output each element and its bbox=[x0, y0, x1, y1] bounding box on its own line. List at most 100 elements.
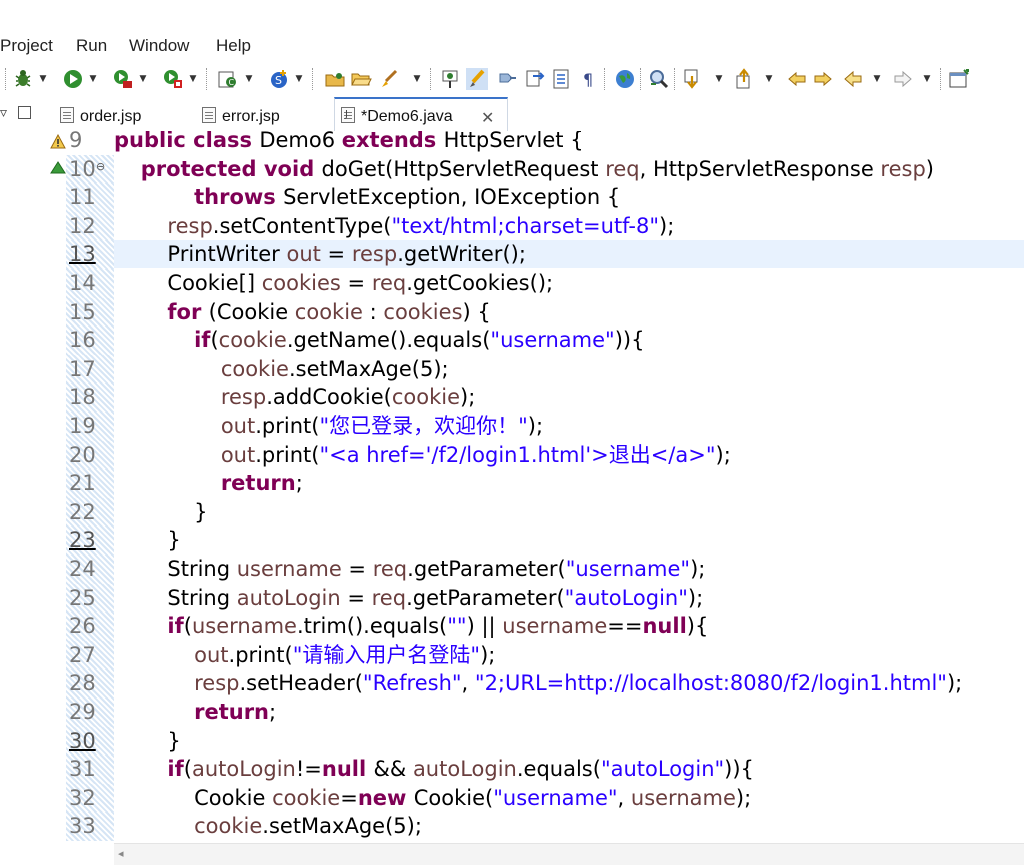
new-class-dropdown-arrow[interactable]: ▼ bbox=[244, 70, 254, 88]
code-line[interactable]: String username = req.getParameter("user… bbox=[114, 555, 705, 584]
code-line[interactable]: } bbox=[114, 727, 180, 756]
code-line[interactable]: return; bbox=[114, 469, 303, 498]
line-number[interactable]: 24 bbox=[66, 555, 114, 584]
debug-dropdown-arrow[interactable]: ▼ bbox=[38, 70, 48, 88]
line-number[interactable]: 27 bbox=[66, 640, 114, 670]
line-number[interactable]: 17 bbox=[66, 354, 114, 384]
brush-icon[interactable] bbox=[378, 68, 400, 90]
line-number[interactable]: 9 bbox=[66, 131, 114, 155]
warning-marker-icon[interactable] bbox=[50, 134, 66, 150]
annotation-ruler[interactable] bbox=[50, 131, 66, 843]
line-number[interactable]: 29 bbox=[66, 698, 114, 727]
code-line[interactable]: } bbox=[114, 526, 180, 555]
forward-icon[interactable] bbox=[812, 68, 834, 90]
code-line[interactable]: PrintWriter out = resp.getWriter(); bbox=[114, 240, 526, 269]
search-icon[interactable] bbox=[648, 68, 670, 90]
code-line[interactable]: Cookie cookie=new Cookie("username", use… bbox=[114, 784, 751, 813]
line-number[interactable]: 28 bbox=[66, 669, 114, 698]
next-annotation-icon[interactable] bbox=[682, 68, 704, 90]
code-line[interactable]: if(autoLogin!=null && autoLogin.equals("… bbox=[114, 755, 754, 784]
line-number[interactable]: 16 bbox=[66, 326, 114, 355]
next-annotation-dropdown-arrow[interactable]: ▼ bbox=[714, 70, 724, 88]
external-tools-icon[interactable] bbox=[162, 68, 184, 90]
menu-help[interactable]: Help bbox=[216, 36, 251, 56]
fold-toggle-icon[interactable]: ⊖ bbox=[96, 161, 108, 173]
brush-dropdown-arrow[interactable]: ▼ bbox=[412, 70, 422, 88]
task-list-icon[interactable] bbox=[550, 68, 572, 90]
line-number[interactable]: 22 bbox=[66, 497, 114, 527]
open-folder-icon[interactable] bbox=[350, 68, 372, 90]
code-line[interactable]: Cookie[] cookies = req.getCookies(); bbox=[114, 269, 553, 298]
code-line[interactable]: resp.addCookie(cookie); bbox=[114, 383, 476, 412]
menu-window[interactable]: Window bbox=[129, 36, 189, 56]
code-editor[interactable]: 9 10 11 12 13 14 15 16 17 18 19 20 21 22 23 24 25 26 27 28 2… bbox=[0, 131, 1024, 865]
code-text-area[interactable]: public class Demo6 extends HttpServlet {… bbox=[114, 131, 1024, 843]
next-edit-icon[interactable] bbox=[892, 68, 914, 90]
line-number[interactable]: 21 bbox=[66, 469, 114, 498]
line-number[interactable]: 23 bbox=[66, 526, 114, 555]
menu-project[interactable]: Project bbox=[0, 36, 53, 56]
line-number[interactable]: 18 bbox=[66, 383, 114, 412]
code-line[interactable]: out.print("请输入用户名登陆"); bbox=[114, 641, 495, 670]
prev-annotation-icon[interactable] bbox=[734, 68, 756, 90]
code-line[interactable]: } bbox=[114, 498, 207, 527]
minimize-icon[interactable] bbox=[18, 106, 31, 119]
bug-debug-icon[interactable] bbox=[12, 68, 34, 90]
bookmark-icon[interactable] bbox=[524, 68, 546, 90]
external-tools-dropdown-arrow[interactable]: ▼ bbox=[188, 70, 198, 88]
line-number[interactable]: 19 bbox=[66, 412, 114, 441]
globe-icon[interactable] bbox=[614, 68, 636, 90]
previous-edit-dropdown-arrow[interactable]: ▼ bbox=[872, 70, 882, 88]
line-number[interactable]: 31 bbox=[66, 755, 114, 784]
code-line[interactable]: if(username.trim().equals("") || usernam… bbox=[114, 612, 708, 641]
line-number[interactable]: 20 bbox=[66, 440, 114, 470]
marker-icon[interactable] bbox=[496, 68, 518, 90]
line-number[interactable]: 32 bbox=[66, 783, 114, 813]
code-line[interactable]: public class Demo6 extends HttpServlet { bbox=[114, 131, 584, 155]
tab-error-jsp[interactable]: error.jsp bbox=[196, 101, 324, 131]
menu-run[interactable]: Run bbox=[76, 36, 107, 56]
open-type-icon[interactable] bbox=[324, 68, 346, 90]
line-number-gutter[interactable]: 9 10 11 12 13 14 15 16 17 18 19 20 21 22 23 24 25 26 27 28 2… bbox=[66, 131, 114, 843]
code-line[interactable]: protected void doGet(HttpServletRequest … bbox=[114, 155, 934, 184]
highlighter-icon[interactable] bbox=[466, 68, 488, 90]
line-number[interactable]: 14 bbox=[66, 269, 114, 298]
line-number[interactable]: 30 bbox=[66, 726, 114, 756]
code-line[interactable]: cookie.setMaxAge(5); bbox=[114, 355, 449, 384]
pin-icon[interactable] bbox=[440, 68, 462, 90]
show-whitespace-icon[interactable]: ¶ bbox=[578, 68, 600, 90]
horizontal-scrollbar[interactable]: ◂ bbox=[114, 843, 1024, 865]
close-icon[interactable]: ✕ bbox=[481, 108, 494, 128]
code-line[interactable]: for (Cookie cookie : cookies) { bbox=[114, 298, 490, 327]
code-line[interactable]: resp.setContentType("text/html;charset=u… bbox=[114, 212, 674, 241]
tab-order-jsp[interactable]: order.jsp bbox=[54, 101, 184, 131]
code-line[interactable]: out.print("<a href='/f2/login1.html'>退出<… bbox=[114, 441, 731, 470]
new-service-icon[interactable]: S bbox=[268, 68, 290, 90]
code-line[interactable]: String autoLogin = req.getParameter("aut… bbox=[114, 584, 703, 613]
scroll-left-icon[interactable]: ◂ bbox=[118, 847, 124, 860]
code-line[interactable]: return; bbox=[114, 698, 276, 727]
line-number[interactable]: 33 bbox=[66, 812, 114, 841]
line-number[interactable]: 25 bbox=[66, 583, 114, 613]
code-line[interactable]: cookie.setMaxAge(5); bbox=[114, 812, 422, 841]
new-service-dropdown-arrow[interactable]: ▼ bbox=[294, 70, 304, 88]
code-line[interactable]: resp.setHeader("Refresh", "2;URL=http://… bbox=[114, 669, 962, 698]
override-marker-icon[interactable] bbox=[50, 161, 66, 175]
line-number[interactable]: 11 bbox=[66, 183, 114, 212]
line-number[interactable]: 15 bbox=[66, 297, 114, 327]
run-icon[interactable] bbox=[62, 68, 84, 90]
back-icon[interactable] bbox=[786, 68, 808, 90]
code-line[interactable]: throws ServletException, IOException { bbox=[114, 183, 620, 212]
run-server-icon[interactable] bbox=[112, 68, 134, 90]
code-line[interactable]: out.print("您已登录，欢迎你！"); bbox=[114, 412, 543, 441]
view-menu-icon[interactable]: ▿ bbox=[0, 105, 10, 125]
next-edit-dropdown-arrow[interactable]: ▼ bbox=[922, 70, 932, 88]
line-number[interactable]: 26 bbox=[66, 612, 114, 641]
run-dropdown-arrow[interactable]: ▼ bbox=[88, 70, 98, 88]
run-server-dropdown-arrow[interactable]: ▼ bbox=[138, 70, 148, 88]
tab-demo6-java[interactable]: J *Demo6.java ✕ bbox=[334, 97, 508, 132]
new-class-icon[interactable]: C bbox=[216, 68, 238, 90]
code-line[interactable]: if(cookie.getName().equals("username")){ bbox=[114, 326, 644, 355]
new-window-icon[interactable] bbox=[948, 68, 970, 90]
line-number[interactable]: 12 bbox=[66, 211, 114, 241]
